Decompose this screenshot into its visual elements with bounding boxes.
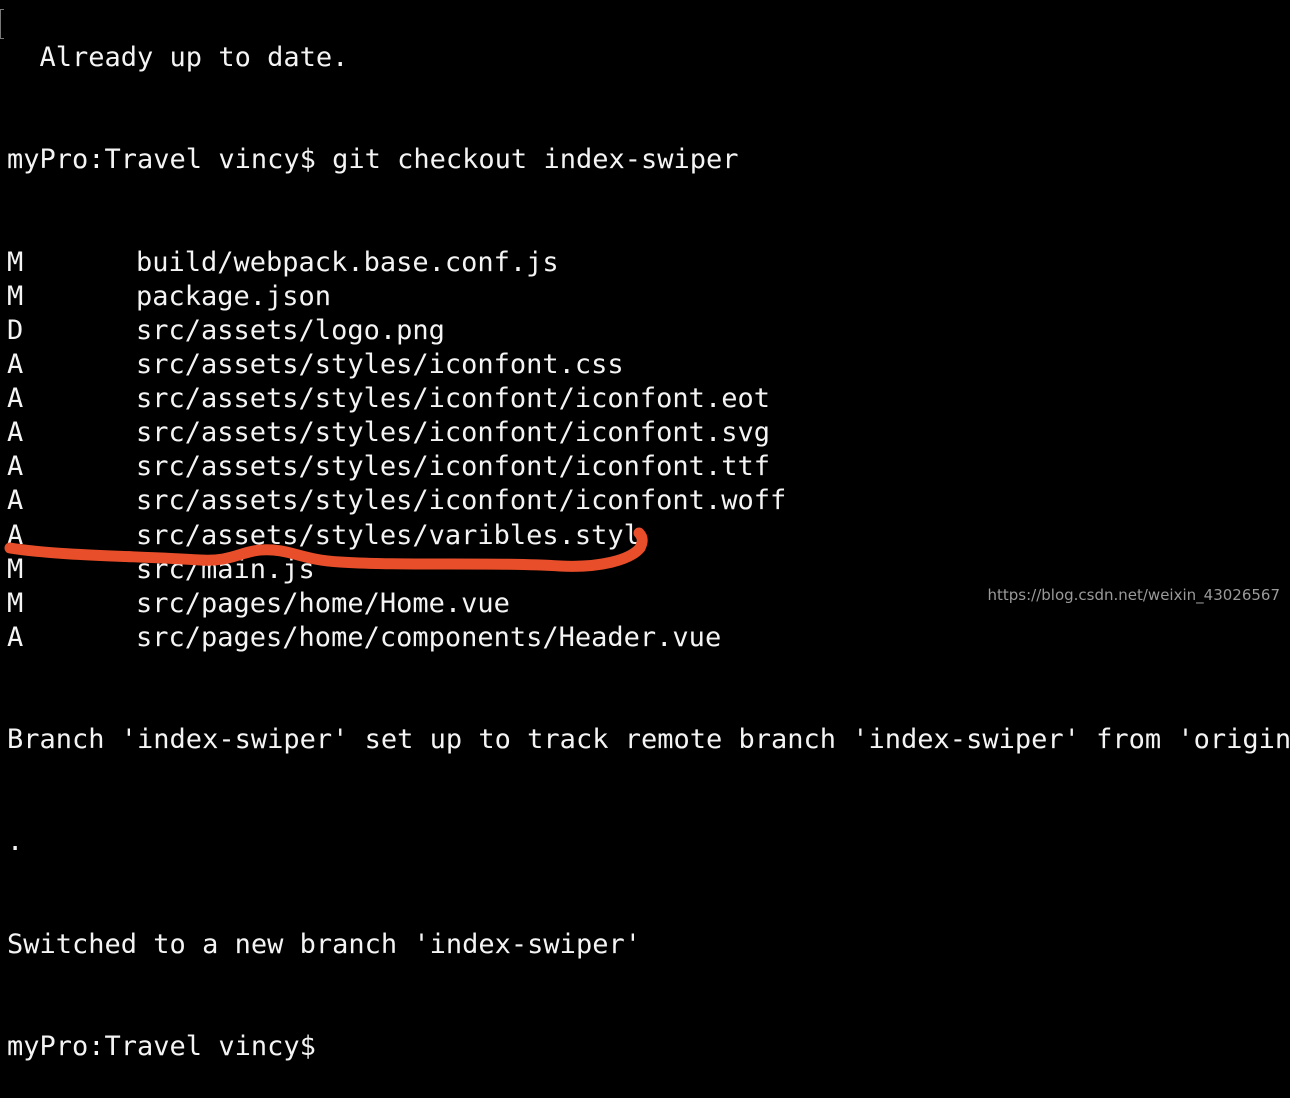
hand-drawn-underline [4, 527, 648, 572]
underline-annotation [4, 527, 648, 572]
branch-message: Branch 'index-swiper' set up to track re… [7, 724, 1290, 756]
watermark: https://blog.csdn.net/weixin_43026567 [987, 586, 1280, 604]
switched-message: Switched to a new branch 'index-swiper' [7, 928, 641, 960]
change-row: Asrc/pages/home/components/Header.vue [7, 621, 1290, 655]
branch-message-end: . [7, 826, 24, 858]
change-path: src/pages/home/components/Header.vue [136, 621, 722, 653]
final-prompt: myPro:Travel vincy$ [7, 1030, 316, 1062]
change-status: A [7, 621, 24, 653]
